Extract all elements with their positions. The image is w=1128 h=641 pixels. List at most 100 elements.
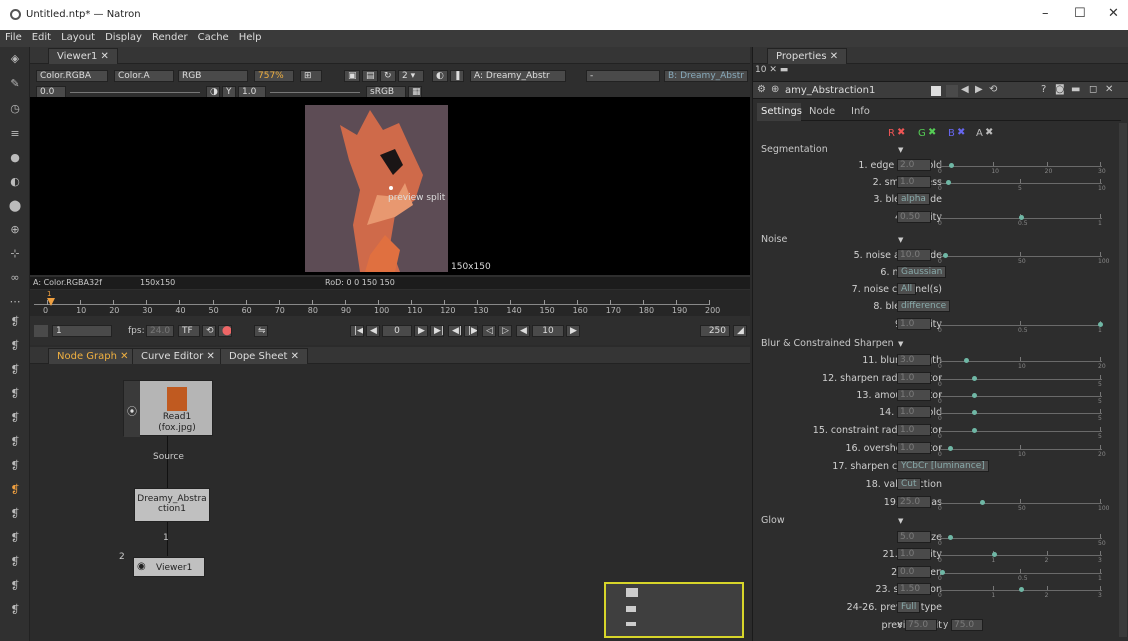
node-graph-minimap[interactable] (604, 582, 744, 638)
tab-viewer1[interactable]: Viewer1 ✕ (48, 48, 118, 64)
time-tool-icon[interactable]: ◷ (8, 102, 22, 116)
subtab-settings[interactable]: Settings (757, 103, 802, 121)
read-node[interactable]: ⦿ Read1 (fox.jpg) (123, 380, 213, 437)
subtab-node[interactable]: Node (803, 103, 841, 121)
param-slider[interactable]: 05 (938, 406, 1102, 422)
channel-tool-icon[interactable]: ≡ (8, 127, 22, 141)
loop-mode-icon[interactable]: ⟲ (202, 325, 216, 337)
slider-handle[interactable] (946, 180, 952, 185)
next-keyframe-button[interactable]: |▶ (464, 325, 478, 337)
menu-display[interactable]: Display (100, 30, 147, 45)
param-input[interactable]: 25.0 (897, 496, 931, 508)
param-select[interactable]: All (897, 283, 917, 295)
plugin-tool-icon-12[interactable]: ❡ (8, 579, 22, 593)
play-backward-button[interactable]: ◀ (366, 325, 380, 337)
timeline-ruler[interactable]: 0 10 20 30 40 50 60 70 80 90 100 110 120 130 140 150 160… (30, 290, 750, 316)
proxy-select[interactable]: 2 ▾ (398, 70, 424, 82)
help-icon[interactable]: ? (1041, 84, 1046, 95)
tab-curve-editor[interactable]: Curve Editor ✕ (132, 348, 224, 364)
param-input[interactable]: 2.0 (897, 159, 931, 171)
param-input[interactable]: 1.0 (897, 424, 931, 436)
param-slider[interactable]: 0 50 100 (938, 496, 1109, 512)
display-channels-select[interactable]: RGB (178, 70, 248, 82)
param-input[interactable]: 1.0 (897, 548, 931, 560)
prev-keyframe-button[interactable]: ◀| (448, 325, 462, 337)
param-select[interactable]: YCbCr [luminance] (897, 460, 989, 472)
refresh-button[interactable]: ↻ (380, 70, 396, 82)
param-slider[interactable]: 0 50 100 (938, 249, 1109, 265)
close-tab-icon[interactable]: ✕ (101, 51, 109, 62)
current-frame-input[interactable]: 1 (52, 325, 112, 337)
paint-tool-icon[interactable]: ✎ (8, 77, 22, 91)
settings-gear-icon[interactable]: ⚙ (757, 84, 766, 95)
plugin-tool-icon-8[interactable]: ❡ (8, 483, 22, 497)
slider-handle[interactable] (1098, 322, 1103, 327)
plugin-tool-icon-5[interactable]: ❡ (8, 411, 22, 425)
timeline-toggle-button[interactable] (34, 325, 48, 337)
plugin-tool-icon-4[interactable]: ❡ (8, 387, 22, 401)
keyer-tool-icon[interactable]: ⬤ (8, 199, 22, 213)
param-slider[interactable]: 0 10 20 30 (938, 159, 1106, 175)
next-increment-button[interactable]: ▷ (498, 325, 512, 337)
param-input[interactable]: 1.0 (897, 318, 931, 330)
plugin-tool-icon-9[interactable]: ❡ (8, 507, 22, 521)
record-icon[interactable]: ⬤ (218, 325, 232, 337)
param-slider[interactable]: 0 10 20 (938, 354, 1106, 370)
section-glow-chevron-icon[interactable]: ▼ (898, 517, 903, 525)
float-panel-icon[interactable]: ◻ (1089, 84, 1097, 95)
slider-handle[interactable] (1019, 587, 1024, 592)
menu-render[interactable]: Render (147, 30, 193, 45)
center-node-icon[interactable]: ◙ (1055, 84, 1065, 95)
tab-dope-sheet[interactable]: Dope Sheet ✕ (220, 348, 308, 364)
plugin-tool-icon-10[interactable]: ❡ (8, 531, 22, 545)
multiview-tool-icon[interactable]: ∞ (8, 271, 22, 285)
gamma-slider[interactable] (270, 92, 360, 93)
param-slider[interactable]: 05 (938, 389, 1102, 405)
section-blur-chevron-icon[interactable]: ▼ (898, 340, 903, 348)
param-input[interactable]: 10.0 (897, 249, 931, 261)
composite-select[interactable]: - (586, 70, 660, 82)
dreamy-abstraction-node[interactable]: Dreamy_Abstra ction1 (134, 488, 210, 522)
minimize-panel-icon[interactable]: ▬ (1071, 84, 1080, 95)
menu-layout[interactable]: Layout (56, 30, 100, 45)
restore-defaults-icon[interactable]: ⟲ (989, 84, 997, 95)
zoom-select[interactable]: 757% (254, 70, 294, 82)
param-input[interactable]: 1.0 (897, 442, 931, 454)
transform-tool-icon[interactable]: ⊹ (8, 247, 22, 261)
param-slider[interactable]: 0 50 (938, 531, 1106, 547)
slider-handle[interactable] (992, 552, 998, 557)
input-a-select[interactable]: A: Dreamy_Abstr (470, 70, 566, 82)
first-frame-button[interactable]: |◀ (350, 325, 364, 337)
param-slider[interactable]: 0 0.5 1 (938, 566, 1102, 582)
fps-input[interactable]: 24.0 (146, 325, 174, 337)
channel-g-checkbox[interactable]: ✖ (928, 127, 936, 138)
layer-select[interactable]: Color.RGBA (36, 70, 108, 82)
slider-handle[interactable] (947, 535, 953, 540)
param-select[interactable]: difference (897, 300, 951, 312)
param-input[interactable]: 1.0 (897, 389, 931, 401)
param-slider[interactable]: 0 0.5 1 (938, 211, 1102, 227)
close-button[interactable]: ✕ (1108, 6, 1119, 21)
sync-icon[interactable]: ⇋ (254, 325, 268, 337)
menu-help[interactable]: Help (234, 30, 267, 45)
input-b-select[interactable]: B: Dreamy_Abstr (664, 70, 748, 82)
node-name-field[interactable]: amy_Abstraction1 (785, 85, 875, 96)
param-select[interactable]: Full (897, 601, 921, 613)
properties-scrollbar[interactable] (1119, 123, 1127, 637)
slider-handle[interactable] (971, 428, 977, 433)
param-input[interactable]: 1.0 (897, 176, 931, 188)
node-color-swatch[interactable] (931, 86, 941, 96)
last-frame-button[interactable]: ▶| (430, 325, 444, 337)
param-input[interactable]: 1.0 (897, 372, 931, 384)
preview-split-x-input[interactable]: 75.0 (905, 619, 937, 631)
section-glow[interactable]: Glow (761, 515, 785, 526)
filter-tool-icon[interactable]: ◐ (8, 175, 22, 189)
channel-r-checkbox[interactable]: ✖ (897, 127, 905, 138)
play-frame-input[interactable]: 0 (382, 325, 412, 337)
param-slider[interactable]: 0 1 2 3 (938, 548, 1102, 564)
plugin-tool-icon-7[interactable]: ❡ (8, 459, 22, 473)
slider-handle[interactable] (971, 376, 977, 381)
menu-file[interactable]: File (0, 30, 27, 45)
param-slider[interactable]: 0 0.5 1 (938, 318, 1103, 334)
param-slider[interactable]: 05 (938, 424, 1102, 440)
